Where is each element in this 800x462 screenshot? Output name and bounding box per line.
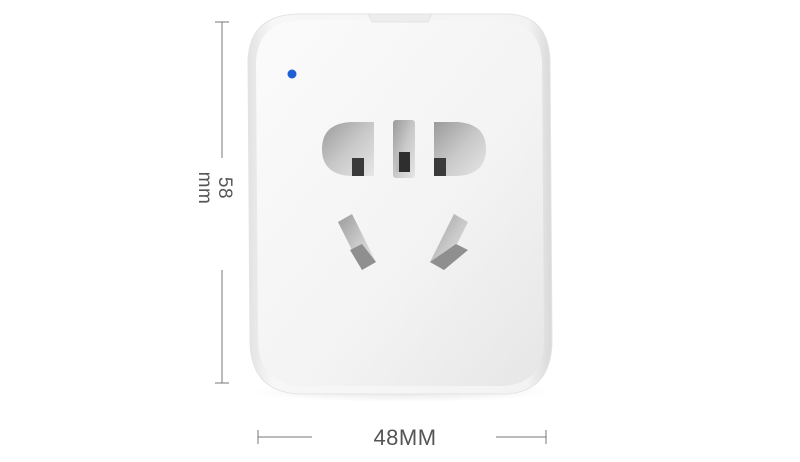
product-photo: 58 mm 48MM bbox=[0, 0, 800, 457]
two-pin-socket-left-hole bbox=[322, 122, 374, 176]
width-label: 48MM bbox=[373, 425, 437, 450]
smart-plug-illustration bbox=[215, 13, 553, 444]
status-led-indicator bbox=[287, 69, 297, 79]
center-slot bbox=[393, 120, 415, 178]
height-label: 58 mm bbox=[194, 171, 235, 205]
two-pin-socket-right-hole bbox=[434, 122, 486, 176]
